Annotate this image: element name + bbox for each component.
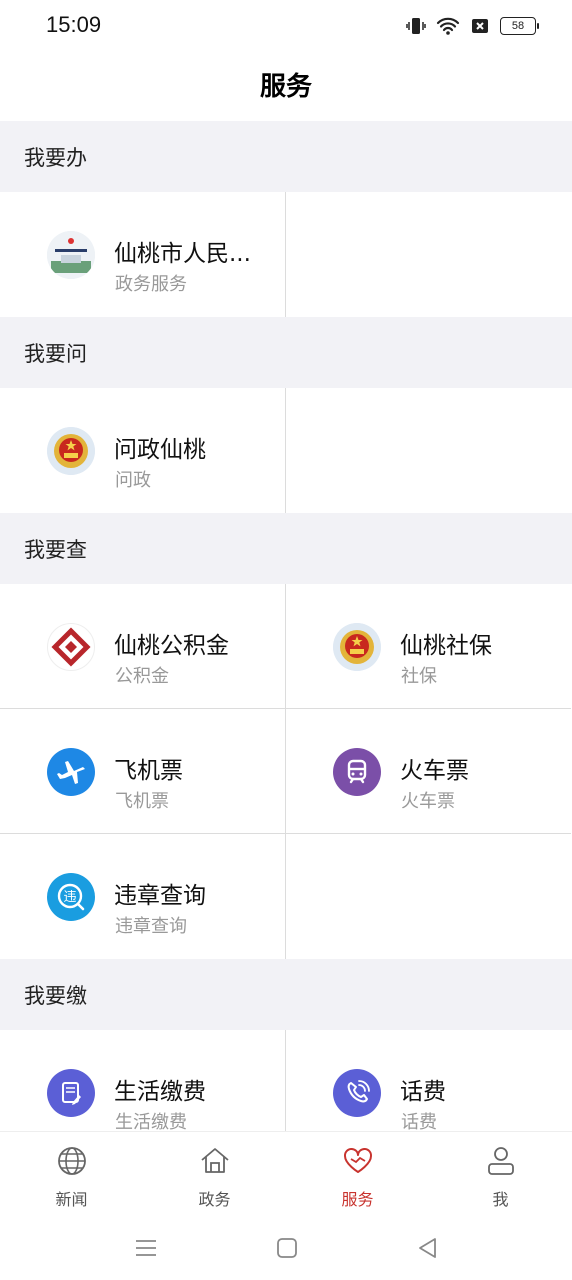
globe-icon [57,1147,86,1175]
service-title: 飞机票 [114,758,183,784]
section-header-ask: 我要问 [0,317,572,388]
empty-cell [286,388,571,513]
empty-cell [286,192,571,317]
service-list[interactable]: 我要办 仙桃市人民... 政务服务 我要问 问政仙桃 问政 我要查 仙桃公积金 … [0,121,572,1131]
status-bar: 15:09 58 [0,0,572,52]
service-title: 生活缴费 [114,1079,206,1105]
tab-label: 政务 [198,1190,231,1209]
service-item-wenzheng[interactable]: 问政仙桃 问政 [0,388,286,513]
empty-cell [286,834,571,959]
section-grid-query: 仙桃公积金 公积金 仙桃社保 社保 飞机票 飞机票 火车票 火车票 违 违章查询… [0,584,572,959]
section-grid-pay: 生活缴费 生活缴费 话费 话费 [0,1030,572,1131]
national-emblem-icon [333,623,381,671]
service-item-violation[interactable]: 违 违章查询 违章查询 [0,834,286,959]
tab-label: 服务 [341,1190,374,1209]
train-icon [333,748,381,796]
service-subtitle: 话费 [401,1112,437,1131]
vibrate-icon [406,18,426,34]
service-title: 违章查询 [114,883,206,909]
national-emblem-icon [47,427,95,475]
service-subtitle: 公积金 [115,666,169,687]
tab-service[interactable]: 服务 [286,1132,429,1218]
service-subtitle: 飞机票 [115,791,169,812]
page-title: 服务 [259,72,312,102]
battery-icon: 58 [500,17,539,35]
section-header-handle: 我要办 [0,121,572,192]
back-icon[interactable] [413,1233,443,1263]
menu-icon[interactable] [131,1233,161,1263]
tab-government[interactable]: 政务 [143,1132,286,1218]
service-subtitle: 社保 [401,666,437,687]
service-item-housing-fund[interactable]: 仙桃公积金 公积金 [0,584,286,709]
home-button-icon[interactable] [272,1233,302,1263]
no-sim-icon [472,19,488,33]
service-title: 仙桃公积金 [114,633,229,659]
service-item-train[interactable]: 火车票 火车票 [286,709,571,834]
housing-fund-icon [47,623,95,671]
service-item-government[interactable]: 仙桃市人民... 政务服务 [0,192,286,317]
section-grid-ask: 问政仙桃 问政 [0,388,572,513]
service-item-phone-bill[interactable]: 话费 话费 [286,1030,571,1131]
person-icon [487,1147,514,1175]
service-title: 火车票 [400,758,469,784]
government-building-icon [47,231,95,279]
violation-search-icon: 违 [47,873,95,921]
tab-label: 我 [492,1190,509,1209]
service-item-bill-payment[interactable]: 生活缴费 生活缴费 [0,1030,286,1131]
status-time: 15:09 [46,12,102,37]
airplane-icon [47,748,95,796]
section-header-query: 我要查 [0,513,572,584]
service-item-airplane[interactable]: 飞机票 飞机票 [0,709,286,834]
page-header: 服务 [0,52,572,121]
service-item-social-security[interactable]: 仙桃社保 社保 [286,584,571,709]
home-icon [200,1148,229,1173]
heart-icon [343,1148,372,1173]
phone-bill-icon [333,1069,381,1117]
service-title: 仙桃社保 [400,633,492,659]
service-subtitle: 火车票 [401,791,455,812]
tab-news[interactable]: 新闻 [0,1132,143,1218]
tab-me[interactable]: 我 [429,1132,572,1218]
service-title: 仙桃市人民... [114,241,251,267]
violation-char: 违 [63,890,76,905]
wifi-icon [436,17,460,35]
section-header-pay: 我要缴 [0,959,572,1030]
tab-label: 新闻 [55,1190,88,1209]
service-subtitle: 违章查询 [115,916,187,937]
service-title: 话费 [400,1079,446,1105]
status-icons: 58 [406,14,539,38]
service-subtitle: 生活缴费 [115,1112,187,1131]
service-title: 问政仙桃 [114,437,206,463]
bottom-tab-bar: 新闻 政务 服务 我 [0,1131,572,1218]
service-subtitle: 问政 [115,470,151,491]
bill-payment-icon [47,1069,95,1117]
section-grid-handle: 仙桃市人民... 政务服务 [0,192,572,317]
system-nav-bar [0,1217,572,1280]
service-subtitle: 政务服务 [115,274,187,295]
